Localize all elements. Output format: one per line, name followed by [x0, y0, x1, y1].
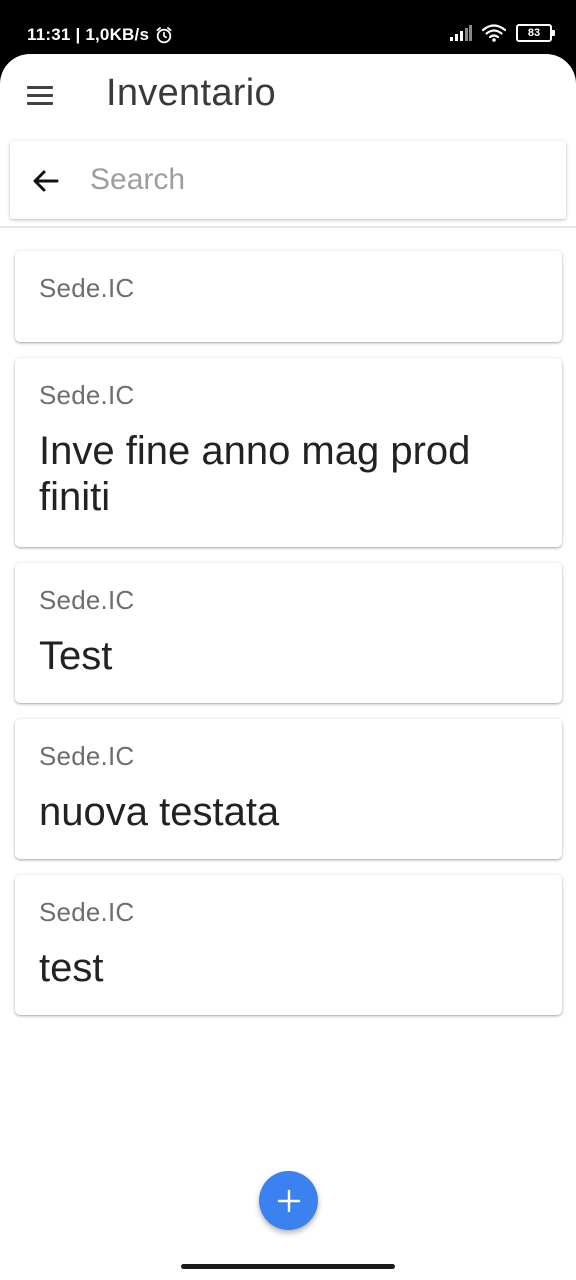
card-subtitle: Sede.IC — [39, 585, 135, 615]
card-title: Test — [39, 634, 113, 678]
status-time-speed: 11:31 | 1,0KB/s — [27, 25, 150, 44]
menu-icon[interactable] — [26, 84, 56, 108]
divider — [0, 226, 576, 228]
list-item[interactable]: Sede.IC — [15, 251, 562, 342]
list-item[interactable]: Sede.IC nuova testata — [15, 719, 562, 859]
search-input[interactable] — [90, 159, 540, 201]
arrow-back-icon[interactable] — [30, 165, 62, 197]
status-bar: 11:31 | 1,0KB/s 83 — [0, 0, 576, 54]
alarm-icon — [155, 26, 173, 44]
card-subtitle: Sede.IC — [39, 897, 135, 927]
card-title: nuova testata — [39, 790, 280, 834]
card-title: Inve fine anno mag prod finiti — [39, 429, 471, 519]
card-subtitle: Sede.IC — [39, 741, 135, 771]
status-right: 83 — [450, 24, 555, 42]
app-surface: Inventario Sede.IC Sede.IC Inve fine ann… — [0, 54, 576, 1280]
battery-level: 83 — [527, 27, 541, 39]
add-icon — [277, 1189, 301, 1213]
status-left: 11:31 | 1,0KB/s — [27, 25, 173, 45]
search-bar — [10, 141, 566, 219]
app-bar: Inventario — [0, 54, 576, 138]
list-item[interactable]: Sede.IC Test — [15, 563, 562, 703]
list-item[interactable]: Sede.IC test — [15, 875, 562, 1015]
card-title: test — [39, 946, 104, 990]
wifi-icon — [481, 24, 507, 42]
screen: 11:31 | 1,0KB/s 83 Inventario Search Sed… — [0, 0, 576, 1280]
battery-icon: 83 — [516, 24, 555, 42]
signal-icon — [450, 25, 472, 41]
home-indicator[interactable] — [181, 1264, 395, 1269]
card-subtitle: Sede.IC — [39, 273, 135, 303]
add-button[interactable] — [259, 1171, 318, 1230]
page-title: Inventario — [106, 72, 276, 114]
list-item[interactable]: Sede.IC Inve fine anno mag prod finiti — [15, 358, 562, 547]
card-subtitle: Sede.IC — [39, 380, 135, 410]
